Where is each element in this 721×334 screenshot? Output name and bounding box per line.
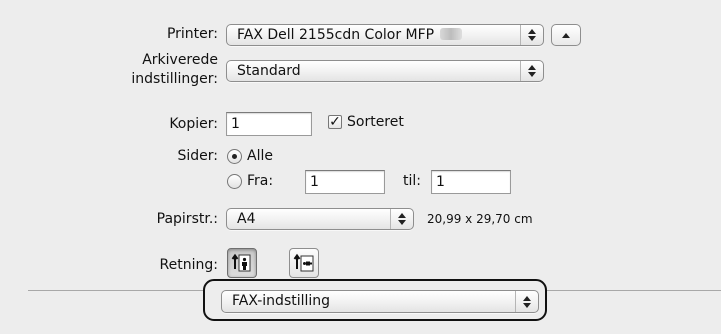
print-dialog: Printer: FAX Dell 2155cdn Color MFP Arki… xyxy=(0,0,721,334)
orientation-portrait-button[interactable] xyxy=(227,248,257,278)
section-popup-value: FAX-indstilling xyxy=(232,293,331,309)
popup-arrows-icon xyxy=(520,25,543,45)
presets-label: Arkiverede indstillinger: xyxy=(80,51,218,89)
copies-label: Kopier: xyxy=(169,116,218,132)
printer-label: Printer: xyxy=(166,26,218,42)
redacted-blur xyxy=(440,28,463,40)
paper-size-value: A4 xyxy=(237,211,256,227)
pages-from-radio[interactable] xyxy=(227,174,242,189)
presets-label-line2: indstillinger: xyxy=(131,71,218,87)
paper-size-popup[interactable]: A4 xyxy=(226,208,414,230)
expand-details-button[interactable] xyxy=(551,24,581,46)
presets-popup[interactable]: Standard xyxy=(226,60,544,82)
popup-arrows-icon xyxy=(515,291,538,312)
pages-all-radio[interactable] xyxy=(227,149,242,164)
collated-checkbox[interactable]: ✓ xyxy=(328,115,342,129)
presets-value: Standard xyxy=(237,63,301,79)
printer-popup[interactable]: FAX Dell 2155cdn Color MFP xyxy=(226,24,544,46)
pages-from-field[interactable]: 1 xyxy=(305,170,385,194)
presets-label-line1: Arkiverede xyxy=(142,52,218,68)
section-divider-right xyxy=(543,290,721,291)
orientation-landscape-button[interactable] xyxy=(289,248,319,278)
section-popup[interactable]: FAX-indstilling xyxy=(221,290,539,313)
collated-label: Sorteret xyxy=(347,114,404,130)
printer-value: FAX Dell 2155cdn Color MFP xyxy=(237,27,435,43)
popup-arrows-icon xyxy=(390,209,413,229)
pages-from-label: Fra: xyxy=(247,173,274,189)
paper-size-label: Papirstr.: xyxy=(156,211,218,227)
landscape-icon xyxy=(293,253,314,272)
orientation-label: Retning: xyxy=(159,257,218,273)
pages-label: Sider: xyxy=(177,148,218,164)
section-divider-left xyxy=(28,290,208,291)
copies-field[interactable]: 1 xyxy=(226,112,312,136)
pages-all-label: Alle xyxy=(247,148,273,164)
paper-dimensions: 20,99 x 29,70 cm xyxy=(427,212,533,226)
triangle-up-icon xyxy=(562,32,570,38)
pages-to-field[interactable]: 1 xyxy=(431,170,511,194)
pages-to-label: til: xyxy=(403,173,421,189)
popup-arrows-icon xyxy=(520,61,543,81)
portrait-icon xyxy=(231,253,251,272)
